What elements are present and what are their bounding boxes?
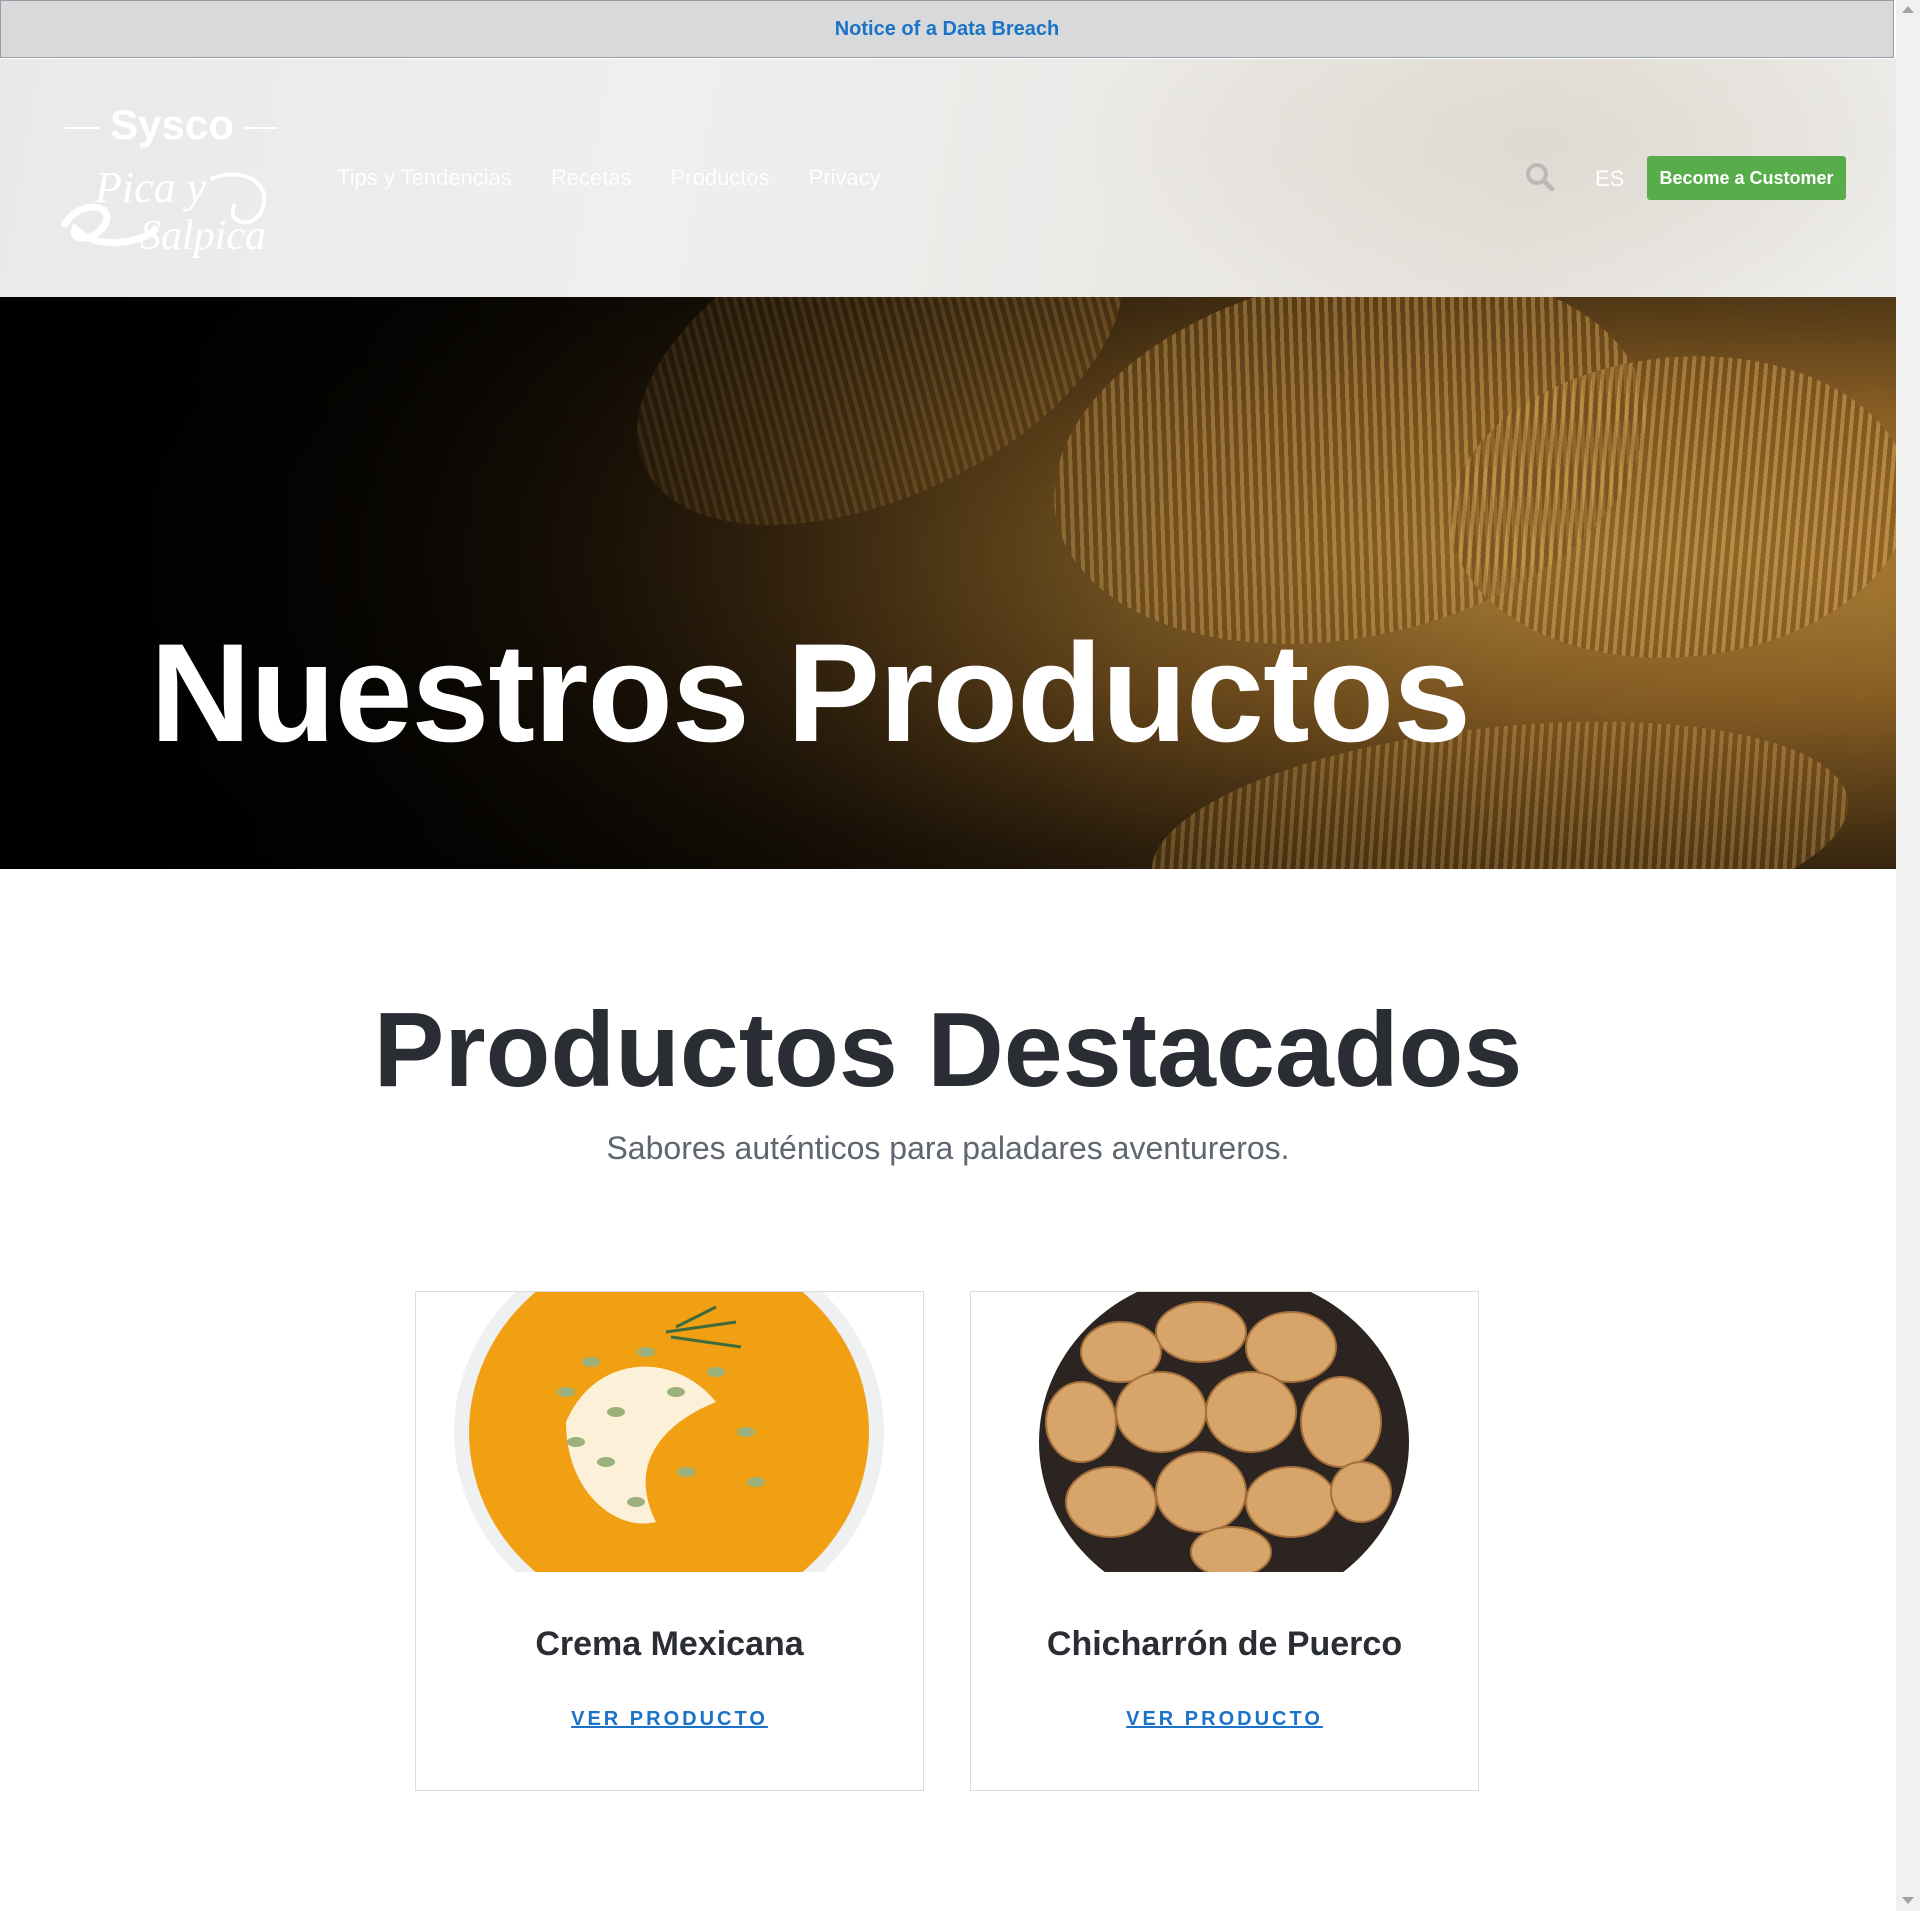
featured-title: Productos Destacados <box>373 991 1523 1109</box>
product-name: Crema Mexicana <box>535 1625 804 1663</box>
ver-producto-link[interactable]: VER PRODUCTO <box>416 1708 923 1731</box>
scroll-down-icon[interactable] <box>1902 1897 1914 1904</box>
site-header: Sysco Pica y Salpica Tips y Tendencias R… <box>0 59 1896 297</box>
hero-banner: Nuestros Productos <box>0 297 1896 869</box>
crema-mexicana-image[interactable] <box>416 1292 923 1572</box>
chicharron-de-puerco-image[interactable] <box>971 1292 1478 1572</box>
product-card[interactable]: Crema Mexicana VER PRODUCTO <box>415 1291 924 1791</box>
svg-text:Sysco: Sysco <box>110 104 234 148</box>
hero-title: Nuestros Productos <box>150 614 1471 771</box>
main-nav: Tips y Tendencias Recetas Productos Priv… <box>337 165 920 191</box>
featured-subtitle: Sabores auténticos para paladares aventu… <box>606 1130 1290 1166</box>
nav-productos[interactable]: Productos <box>671 165 770 191</box>
nav-tips-y-tendencias[interactable]: Tips y Tendencias <box>337 165 512 191</box>
nav-recetas[interactable]: Recetas <box>551 165 632 191</box>
svg-text:Pica y: Pica y <box>94 163 207 212</box>
become-a-customer-button[interactable]: Become a Customer <box>1647 156 1846 200</box>
sysco-pica-y-salpica-logo[interactable]: Sysco Pica y Salpica <box>60 104 290 264</box>
notice-bar: Notice of a Data Breach <box>0 0 1894 58</box>
product-card[interactable]: Chicharrón de Puerco VER PRODUCTO <box>970 1291 1479 1791</box>
data-breach-notice-link[interactable]: Notice of a Data Breach <box>835 18 1060 41</box>
nav-privacy[interactable]: Privacy <box>809 165 881 191</box>
svg-text:Salpica: Salpica <box>140 213 266 259</box>
language-selector[interactable]: ES <box>1595 166 1624 192</box>
search-icon[interactable] <box>1525 162 1555 192</box>
ver-producto-link[interactable]: VER PRODUCTO <box>971 1708 1478 1731</box>
product-name: Chicharrón de Puerco <box>1046 1625 1403 1663</box>
hero-overlay <box>0 297 1896 869</box>
scrollbar[interactable] <box>1896 0 1920 1911</box>
scroll-up-icon[interactable] <box>1902 6 1914 13</box>
